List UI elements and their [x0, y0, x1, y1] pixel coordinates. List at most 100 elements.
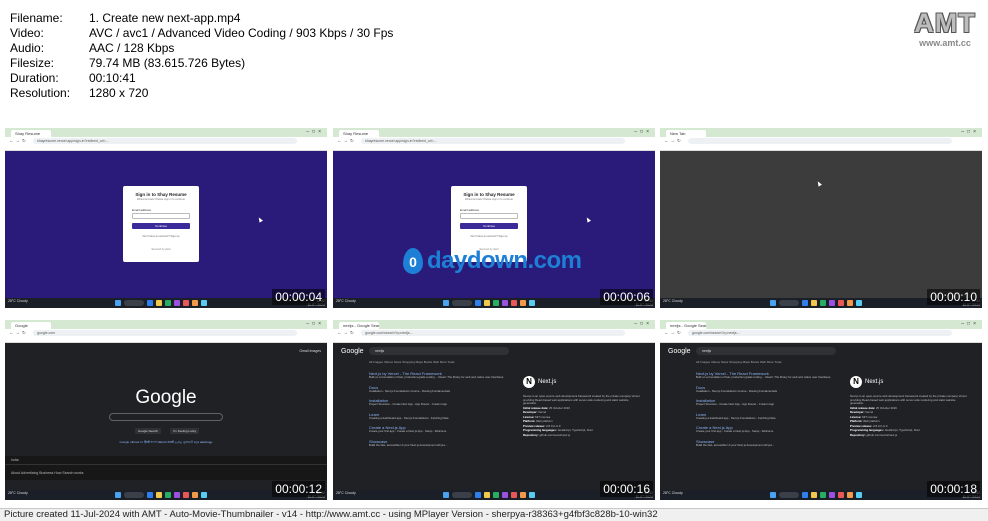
taskbar-app-icon[interactable]	[520, 300, 526, 306]
weather-widget[interactable]: 28°C Cloudy	[336, 299, 356, 303]
taskbar-app-icon[interactable]	[802, 300, 808, 306]
start-button-icon[interactable]	[115, 492, 121, 498]
weather-widget[interactable]: 28°C Cloudy	[663, 299, 683, 303]
taskbar-app-icon[interactable]	[201, 492, 207, 498]
url-input[interactable]: google.com/search?q=nextjs...	[688, 330, 952, 336]
window-controls[interactable]: –□×	[961, 321, 979, 327]
nav-buttons[interactable]: ←→↻	[337, 138, 356, 144]
browser-tab[interactable]: nextjs - Google Search	[666, 322, 706, 329]
window-controls[interactable]: –□×	[306, 321, 324, 327]
window-controls[interactable]: –□×	[634, 129, 652, 135]
google-search-button[interactable]: Google Search	[135, 428, 162, 434]
taskbar-app-icon[interactable]	[475, 492, 481, 498]
search-tabs[interactable]: All Images Videos News Shopping Maps Boo…	[696, 360, 782, 364]
google-languages[interactable]: Google offered in: हिन्दी বাংলা తెలుగు म…	[5, 440, 327, 446]
browser-tab[interactable]: Google	[11, 322, 51, 329]
taskbar-search[interactable]	[124, 492, 144, 498]
taskbar-app-icon[interactable]	[802, 492, 808, 498]
taskbar-app-icon[interactable]	[811, 300, 817, 306]
taskbar-app-icon[interactable]	[820, 492, 826, 498]
taskbar-app-icon[interactable]	[520, 492, 526, 498]
taskbar-app-icon[interactable]	[165, 492, 171, 498]
taskbar-app-icon[interactable]	[811, 492, 817, 498]
url-input[interactable]	[688, 138, 952, 144]
nav-buttons[interactable]: ←→↻	[664, 330, 683, 336]
signup-link[interactable]: Don't have an account? Sign up	[451, 235, 527, 238]
taskbar-app-icon[interactable]	[147, 492, 153, 498]
browser-tab[interactable]: Shay Resume	[11, 130, 51, 137]
nav-buttons[interactable]: ←→↻	[337, 330, 356, 336]
url-input[interactable]: google.com/search?q=nextjs...	[361, 330, 625, 336]
taskbar-app-icon[interactable]	[174, 300, 180, 306]
feeling-lucky-button[interactable]: I'm Feeling Lucky	[170, 428, 200, 434]
taskbar-app-icon[interactable]	[484, 300, 490, 306]
url-input[interactable]: shayresume.vercel.app/sign-in?redirect_u…	[33, 138, 297, 144]
start-button-icon[interactable]	[770, 300, 776, 306]
continue-button[interactable]: Continue	[132, 223, 190, 229]
taskbar-search[interactable]	[452, 300, 472, 306]
window-controls[interactable]: –□×	[634, 321, 652, 327]
taskbar-search[interactable]	[452, 492, 472, 498]
start-button-icon[interactable]	[115, 300, 121, 306]
footer-links[interactable]: About Advertising Business How Search wo…	[5, 464, 327, 480]
taskbar-app-icon[interactable]	[174, 492, 180, 498]
taskbar-app-icon[interactable]	[529, 492, 535, 498]
nav-buttons[interactable]: ←→↻	[664, 138, 683, 144]
taskbar-app-icon[interactable]	[502, 492, 508, 498]
browser-tab[interactable]: New Tab	[666, 130, 706, 137]
email-field[interactable]	[132, 213, 190, 219]
taskbar-app-icon[interactable]	[493, 492, 499, 498]
taskbar-app-icon[interactable]	[856, 300, 862, 306]
taskbar-app-icon[interactable]	[156, 492, 162, 498]
taskbar-app-icon[interactable]	[192, 492, 198, 498]
taskbar-app-icon[interactable]	[838, 300, 844, 306]
search-input[interactable]: nextjs	[696, 347, 836, 355]
start-button-icon[interactable]	[443, 492, 449, 498]
taskbar-search[interactable]	[779, 492, 799, 498]
google-top-links[interactable]: Gmail Images	[299, 349, 321, 353]
taskbar-app-icon[interactable]	[529, 300, 535, 306]
continue-button[interactable]: Continue	[460, 223, 518, 229]
google-logo[interactable]: Google	[668, 348, 691, 355]
taskbar-search[interactable]	[124, 300, 144, 306]
start-button-icon[interactable]	[443, 300, 449, 306]
signup-link[interactable]: Don't have an account? Sign up	[123, 235, 199, 238]
window-controls[interactable]: –□×	[961, 129, 979, 135]
taskbar-app-icon[interactable]	[183, 492, 189, 498]
nav-buttons[interactable]: ←→↻	[9, 330, 28, 336]
taskbar-app-icon[interactable]	[165, 300, 171, 306]
google-logo[interactable]: Google	[341, 348, 364, 355]
taskbar-app-icon[interactable]	[820, 300, 826, 306]
taskbar-app-icon[interactable]	[484, 492, 490, 498]
start-button-icon[interactable]	[770, 492, 776, 498]
email-field[interactable]	[460, 213, 518, 219]
taskbar-app-icon[interactable]	[511, 300, 517, 306]
taskbar-app-icon[interactable]	[829, 300, 835, 306]
search-input[interactable]: nextjs	[369, 347, 509, 355]
taskbar-search[interactable]	[779, 300, 799, 306]
taskbar-app-icon[interactable]	[183, 300, 189, 306]
url-input[interactable]: shayresume.vercel.app/sign-in?redirect_u…	[361, 138, 625, 144]
taskbar-app-icon[interactable]	[201, 300, 207, 306]
nav-buttons[interactable]: ←→↻	[9, 138, 28, 144]
taskbar-app-icon[interactable]	[156, 300, 162, 306]
browser-tab[interactable]: Shay Resume	[339, 130, 379, 137]
taskbar-app-icon[interactable]	[511, 492, 517, 498]
url-input[interactable]: google.com	[33, 330, 297, 336]
taskbar-app-icon[interactable]	[493, 300, 499, 306]
weather-widget[interactable]: 28°C Cloudy	[8, 491, 28, 495]
google-search-input[interactable]	[109, 413, 223, 421]
taskbar-app-icon[interactable]	[475, 300, 481, 306]
taskbar-app-icon[interactable]	[856, 492, 862, 498]
taskbar-app-icon[interactable]	[847, 492, 853, 498]
taskbar-app-icon[interactable]	[147, 300, 153, 306]
weather-widget[interactable]: 28°C Cloudy	[663, 491, 683, 495]
taskbar-app-icon[interactable]	[502, 300, 508, 306]
window-controls[interactable]: –□×	[306, 129, 324, 135]
weather-widget[interactable]: 28°C Cloudy	[336, 491, 356, 495]
taskbar-app-icon[interactable]	[847, 300, 853, 306]
taskbar-app-icon[interactable]	[829, 492, 835, 498]
taskbar-app-icon[interactable]	[838, 492, 844, 498]
taskbar-app-icon[interactable]	[192, 300, 198, 306]
search-tabs[interactable]: All Images Videos News Shopping Maps Boo…	[369, 360, 455, 364]
